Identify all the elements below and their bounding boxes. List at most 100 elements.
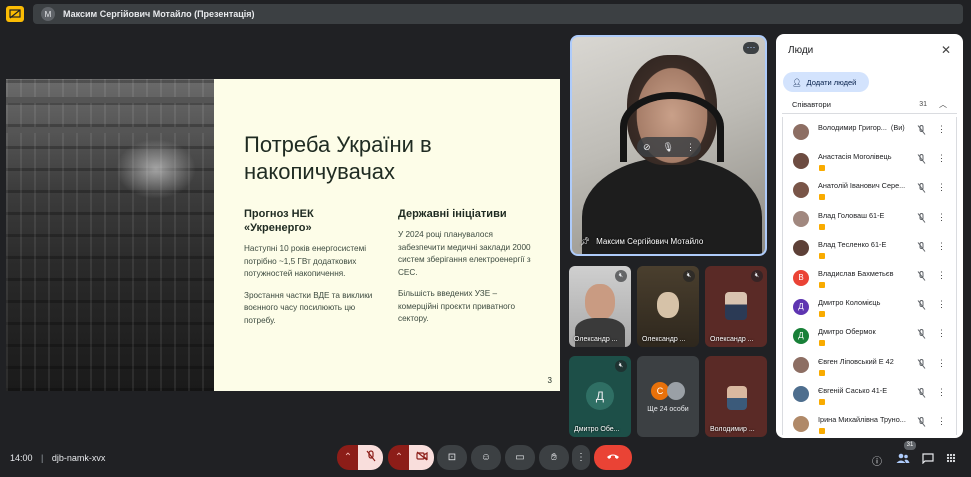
speaker-video-tile[interactable]: ⋯ ⊘ 🎙︎ ⋮ 📌︎ Максим Сергійович Мотайло [570,35,767,256]
presentation-chip[interactable]: М Максим Сергійович Мотайло (Презентація… [33,4,963,24]
more-vert-icon[interactable]: ⋮ [937,270,946,281]
participant-name: Анатолій Іванович Сере... [818,181,906,191]
mic-off-icon[interactable] [917,387,926,400]
participant-tile[interactable]: Д 🔇︎ Дмитро Обе... [569,356,631,437]
pin-icon: 📌︎ [580,237,591,246]
more-vert-icon[interactable]: ⋮ [686,142,695,153]
more-options-icon[interactable]: ⋯ [743,42,759,54]
participant-row[interactable]: Євгеній Сасько 41-Е ⋮ [783,380,956,409]
add-people-button[interactable]: 👤︎ Додати людей [783,72,869,92]
mic-off-icon[interactable] [917,300,926,312]
raise-hand-button[interactable]: ✋︎ [539,445,569,470]
person-add-icon: 👤︎ [792,77,802,87]
mic-off-icon[interactable] [917,241,926,254]
mic-off-icon[interactable] [917,154,926,166]
participant-avatar [793,152,809,169]
participant-row[interactable]: Влад Тесленко 61-Е ⋮ [783,234,956,263]
mic-off-icon: 🔇︎ [615,360,627,372]
camera-off-icon [415,451,428,464]
participant-name: Ірина Михайлівна Труно... [818,415,906,424]
participant-row[interactable]: Д Дмитро Обермок ⋮ [783,321,956,350]
participant-tile[interactable]: 🔇︎ Олександр ... [569,266,631,347]
participant-avatar: Д [793,327,809,344]
participant-tile[interactable]: 🔇︎ Олександр ... [705,266,767,347]
reactions-button[interactable]: ☺ [471,445,501,470]
participant-tile[interactable]: Володимир ... [705,356,767,437]
participant-row[interactable]: Анатолій Іванович Сере... ⋮ [783,175,956,204]
leave-call-button[interactable] [594,445,632,470]
close-icon[interactable]: ✕ [941,43,951,57]
participant-row[interactable]: Володимир Григор... (Ви) ⋮ [783,117,956,146]
more-vert-icon[interactable]: ⋮ [937,241,946,252]
presentation-icon[interactable] [6,6,24,22]
mic-off-icon: 🔇︎ [683,270,695,282]
participant-row[interactable]: В Владислав Бахметьєв ⋮ [783,263,956,292]
participant-name: Євген Ліповський Е 42 [818,356,894,366]
column-paragraph: Більшість введених УЗЕ – комерційні проє… [398,289,516,323]
mic-off-icon[interactable] [917,358,926,371]
participant-tile[interactable]: 🔇︎ Олександр ... [637,266,699,347]
participant-row[interactable]: Євген Ліповський Е 42 ⋮ [783,351,956,380]
more-options-button[interactable]: ⋮ [572,445,590,470]
participant-name: Олександр ... [574,336,618,343]
audio-options-button[interactable]: ⌃ [337,445,359,470]
captions-button[interactable]: ▭ [505,445,535,470]
mic-off-icon: 🔇︎ [751,270,763,282]
mic-off-icon[interactable] [917,329,926,341]
more-vert-icon[interactable]: ⋮ [937,182,946,193]
participant-avatar [793,123,809,140]
mic-off-icon[interactable] [917,271,926,283]
participant-avatar [793,415,809,432]
more-vert-icon[interactable]: ⋮ [937,358,946,369]
presentation-badge-icon [819,398,825,405]
mic-off-icon[interactable] [917,183,926,195]
mic-off-icon[interactable] [917,212,926,225]
presentation-badge-icon [819,252,825,259]
chat-icon[interactable] [922,453,934,467]
video-options-button[interactable]: ⌃ [388,445,410,470]
people-list: Володимир Григор... (Ви) ⋮ Анастасія Моголі… [782,117,957,435]
column-paragraph: Наступні 10 років енергосистемі потрібно… [244,244,367,278]
participant-avatar [793,357,809,374]
activities-icon[interactable] [946,453,956,466]
chevron-up-icon[interactable]: ︿ [939,99,947,110]
tile-controls[interactable]: ⊘ 🎙︎ ⋮ [637,137,701,157]
people-count-badge: 31 [904,441,916,450]
participant-avatar: Д [586,382,614,410]
people-icon[interactable] [896,453,910,467]
mic-off-icon[interactable] [917,125,926,137]
participant-avatar [793,181,809,198]
mic-toggle-button[interactable] [358,445,383,470]
more-vert-icon[interactable]: ⋮ [937,299,946,310]
participant-row[interactable]: Влад Головаш 61-Е ⋮ [783,205,956,234]
participant-row[interactable]: Ірина Михайлівна Труно... ⋮ [783,409,956,435]
mic-off-icon[interactable] [917,417,926,429]
more-vert-icon[interactable]: ⋮ [937,153,946,164]
participant-name: Олександр ... [710,336,754,343]
section-count: 31 [919,101,927,108]
collaborators-section-header[interactable]: Співавтори 31 ︿ [782,96,957,114]
more-vert-icon[interactable]: ⋮ [937,212,946,223]
meeting-details-icon[interactable]: ⓘ [872,453,882,468]
slide-title: Потреба України в накопичувачах [244,132,432,184]
participant-row[interactable]: Д Дмитро Коломієць ⋮ [783,292,956,321]
column-heading: Державні ініціативи [398,208,507,220]
participant-name: Влад Тесленко 61-Е [818,239,887,249]
meet-window: М Максим Сергійович Мотайло (Презентація… [0,0,971,477]
present-screen-button[interactable]: ⊡ [437,445,467,470]
more-vert-icon[interactable]: ⋮ [937,124,946,135]
more-vert-icon[interactable]: ⋮ [937,387,946,398]
more-vert-icon[interactable]: ⋮ [937,416,946,427]
emoji-icon: ☺ [480,452,492,463]
slide-industrial-photo [6,79,214,391]
people-panel: Люди ✕ 👤︎ Додати людей Співавтори 31 ︿ В… [776,34,963,438]
column-paragraph: У 2024 році планувалося забезпечити меди… [398,230,531,277]
mic-icon[interactable]: 🎙︎ [663,142,674,153]
more-vert-icon[interactable]: ⋮ [937,328,946,339]
pin-off-icon[interactable]: ⊘ [643,142,651,153]
camera-toggle-button[interactable] [409,445,434,470]
participant-avatar [667,382,685,400]
meeting-time-and-code: 14:00 | djb-namk-xvx [10,453,106,463]
participant-row[interactable]: Анастасія Моголівець ⋮ [783,146,956,175]
others-tile[interactable]: С Ще 24 особи [637,356,699,437]
